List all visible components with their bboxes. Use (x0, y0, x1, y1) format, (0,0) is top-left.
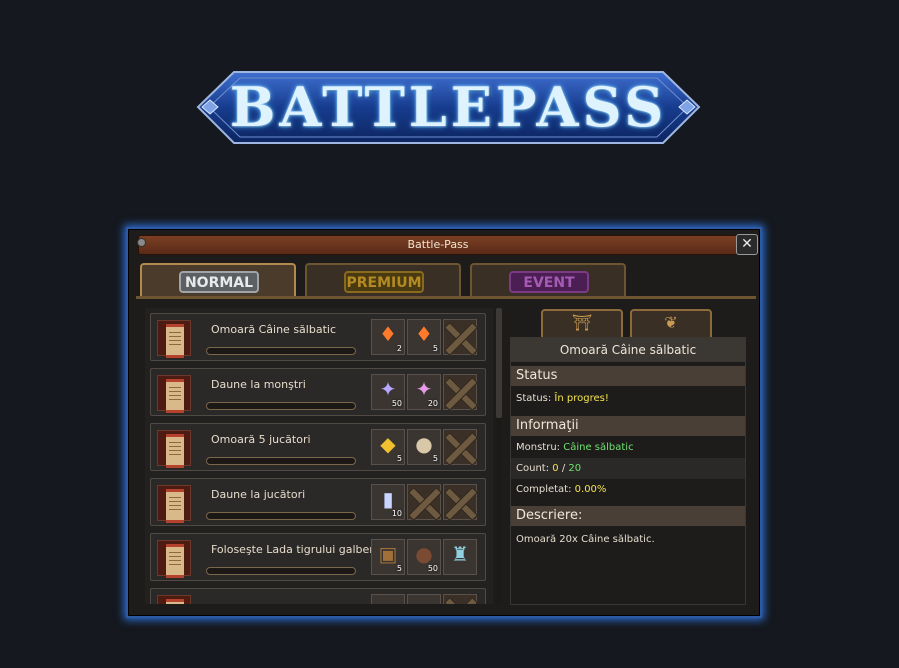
reward-count: 5 (432, 454, 438, 463)
quest-name: Daune la jucători (211, 488, 306, 501)
locked-slot-icon (443, 594, 477, 604)
gate-icon: ⛩ (571, 313, 593, 332)
blue-crystal-icon[interactable]: ✦ 50 (371, 374, 405, 410)
scrollbar-thumb[interactable] (496, 308, 502, 418)
reward-count: 20 (427, 399, 438, 408)
count-current: 0 (552, 463, 559, 474)
tab-normal-label: NORMAL (179, 271, 259, 293)
tab-divider (136, 296, 756, 299)
info-section-title: Informaţii (511, 416, 745, 436)
pin-icon (137, 238, 146, 247)
count-label: Count: (516, 463, 550, 474)
quest-name: Daune la monştri (211, 378, 306, 391)
reward-count: 5 (396, 564, 402, 573)
completed-value: 0.00% (574, 484, 607, 495)
quest-progress-bar (206, 567, 356, 575)
quest-progress-bar (206, 512, 356, 520)
treasure-chest-icon[interactable]: ▣ 5 (371, 539, 405, 575)
quest-name: Omoară Câine sălbatic (211, 323, 336, 336)
quest-list-scrollbar[interactable] (496, 308, 502, 604)
locked-slot-icon (443, 319, 477, 355)
battlepass-banner: BATTLEPASS (196, 70, 701, 145)
title-bar[interactable]: Battle-Pass (138, 235, 738, 255)
monster-line: Monstru: Câine sălbatic (511, 437, 745, 458)
tab-premium[interactable]: PREMIUM (305, 263, 461, 297)
description-text: Omoară 20x Câine sălbatic. (516, 534, 655, 545)
locked-slot-icon (443, 484, 477, 520)
status-label: Status: (516, 393, 552, 404)
quest-scroll-icon (157, 485, 191, 523)
close-button[interactable]: ✕ (736, 234, 758, 255)
wheat-emblem-icon: ❦ (664, 313, 678, 332)
subtab-rewards[interactable]: ❦ (630, 309, 712, 337)
quest-name: Omoară 5 jucători (211, 433, 311, 446)
quest-progress-bar (206, 457, 356, 465)
reward-count: 10 (391, 509, 402, 518)
reward-count: 5 (396, 454, 402, 463)
quest-list: Omoară Câine sălbatic ♦ 2 ♦ 5 Daune la mon… (145, 308, 493, 604)
quest-row[interactable] (150, 588, 486, 604)
status-section-title: Status (511, 366, 745, 386)
gold-ore-icon[interactable]: ◆ 5 (371, 429, 405, 465)
reward-count: 5 (432, 344, 438, 353)
quest-name: Foloseşte Lada tigrului galben (211, 543, 377, 556)
red-crystal-icon[interactable]: ♦ 5 (407, 319, 441, 355)
quest-scroll-icon (157, 430, 191, 468)
completed-line: Completat: 0.00% (511, 479, 745, 500)
completed-label: Completat: (516, 484, 572, 495)
tab-event[interactable]: EVENT (470, 263, 626, 297)
tab-normal[interactable]: NORMAL (140, 263, 296, 297)
count-total: 20 (568, 463, 582, 474)
quest-scroll-icon (157, 375, 191, 413)
pink-crystal-icon[interactable]: ✦ 20 (407, 374, 441, 410)
horned-helmet-icon[interactable]: ♜ (443, 539, 477, 575)
detail-heading: Omoară Câine sălbatic (511, 338, 745, 362)
monster-label: Monstru: (516, 442, 561, 453)
reward-count: 50 (391, 399, 402, 408)
status-value: În progres! (554, 393, 609, 404)
reward-count: 2 (396, 344, 402, 353)
monster-value: Câine sălbatic (563, 442, 634, 453)
quest-scroll-icon (157, 320, 191, 358)
leather-bag-icon[interactable]: ● 50 (407, 539, 441, 575)
quest-row[interactable]: Foloseşte Lada tigrului galben ▣ 5 ● 50 ♜ (150, 533, 486, 581)
quest-row[interactable]: Daune la monştri ✦ 50 ✦ 20 (150, 368, 486, 416)
locked-slot-icon (443, 374, 477, 410)
reward-slot[interactable] (407, 594, 441, 604)
battlepass-window: Battle-Pass ✕ NORMAL PREMIUM EVENT Omoar… (126, 227, 762, 618)
close-icon: ✕ (741, 236, 753, 252)
quest-progress-bar (206, 347, 356, 355)
potion-bottle-icon[interactable]: ▮ 10 (371, 484, 405, 520)
locked-slot-icon (407, 484, 441, 520)
quest-row[interactable]: Omoară 5 jucători ◆ 5 ● 5 (150, 423, 486, 471)
tab-event-label: EVENT (509, 271, 589, 293)
window-title: Battle-Pass (407, 238, 469, 251)
status-line: Status: În progres! (511, 388, 745, 409)
quest-scroll-icon (157, 595, 191, 604)
count-line: Count: 0 / 20 (511, 458, 745, 479)
red-crystal-icon[interactable]: ♦ 2 (371, 319, 405, 355)
quest-detail-panel: Omoară Câine sălbatic Status Status: În … (510, 337, 746, 605)
quest-row[interactable]: Omoară Câine sălbatic ♦ 2 ♦ 5 (150, 313, 486, 361)
subtab-quest-details[interactable]: ⛩ (541, 309, 623, 337)
description-section-title: Descriere: (511, 506, 745, 526)
banner-title: BATTLEPASS (229, 75, 668, 139)
quest-progress-bar (206, 402, 356, 410)
quest-scroll-icon (157, 540, 191, 578)
tab-premium-label: PREMIUM (344, 271, 424, 293)
locked-slot-icon (443, 429, 477, 465)
stone-ore-icon[interactable]: ● 5 (407, 429, 441, 465)
count-separator: / (561, 463, 566, 474)
reward-count: 50 (427, 564, 438, 573)
reward-slot[interactable] (371, 594, 405, 604)
quest-row[interactable]: Daune la jucători ▮ 10 (150, 478, 486, 526)
